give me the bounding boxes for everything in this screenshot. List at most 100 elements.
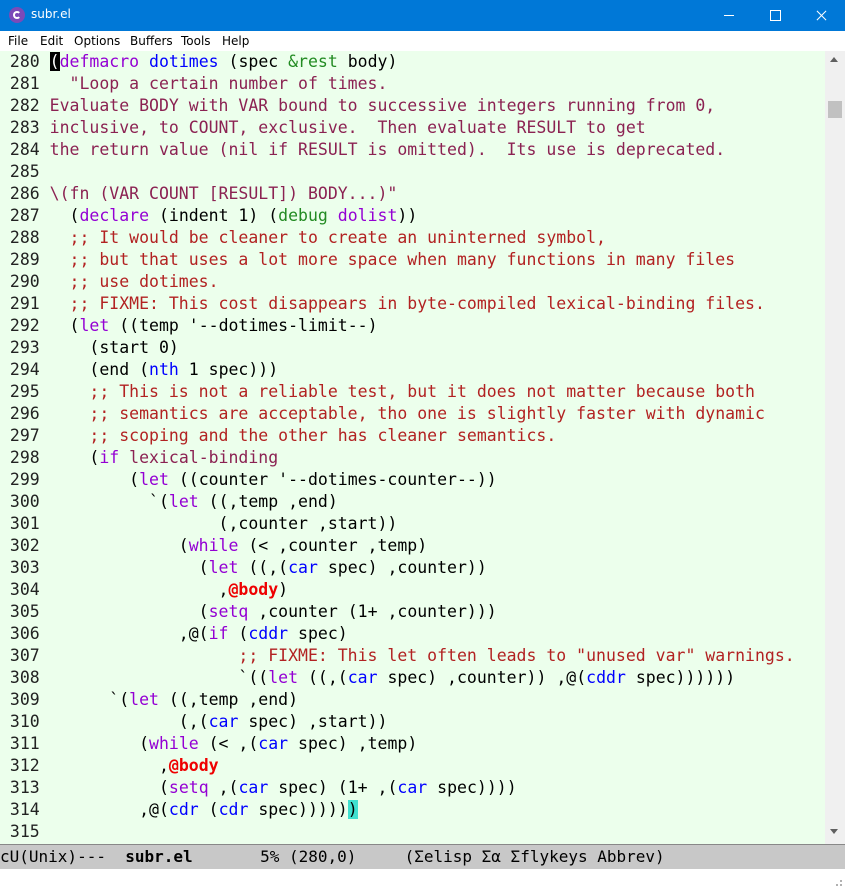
code-line[interactable]: 287 (declare (indent 1) (debug dolist)) (0, 205, 795, 227)
cursor: ( (49, 52, 60, 71)
code-line[interactable]: 311 (while (< ,(car spec) ,temp) (0, 733, 795, 755)
code-line[interactable]: 281 "Loop a certain number of times. (0, 73, 795, 95)
line-number: 298 (0, 448, 50, 467)
code-text[interactable]: 280 (defmacro dotimes (spec &rest body) … (0, 51, 795, 843)
code-line[interactable]: 303 (let ((,(car spec) ,counter)) (0, 557, 795, 579)
scroll-up-icon[interactable] (830, 57, 838, 62)
code-line[interactable]: 298 (if lexical-binding (0, 447, 795, 469)
code-token: ((,temp ,end) (198, 492, 338, 511)
code-token: 1 spec))) (178, 360, 279, 379)
code-token: lexical-binding (129, 448, 279, 467)
line-number: 289 (0, 250, 50, 269)
code-line[interactable]: 308 `((let ((,(car spec) ,counter)) ,@(c… (0, 667, 795, 689)
code-token: if (99, 448, 120, 467)
code-line[interactable]: 297 ;; scoping and the other has cleaner… (0, 425, 795, 447)
code-line[interactable]: 312 ,@body (0, 755, 795, 777)
code-line[interactable]: 291 ;; FIXME: This cost disappears in by… (0, 293, 795, 315)
maximize-button[interactable] (752, 0, 798, 31)
code-line[interactable]: 288 ;; It would be cleaner to create an … (0, 227, 795, 249)
menu-options[interactable]: Options (74, 34, 120, 48)
line-number: 313 (0, 778, 50, 797)
code-token: ,@( (49, 624, 209, 643)
menu-file[interactable]: File (8, 34, 28, 48)
code-token: car (347, 668, 378, 687)
line-number: 304 (0, 580, 50, 599)
line-number: 285 (0, 162, 50, 181)
close-button[interactable] (798, 0, 844, 31)
mode-line-status: cU(Unix)--- (0, 847, 126, 866)
code-editor[interactable]: 280 (defmacro dotimes (spec &rest body) … (0, 51, 825, 844)
mode-line-modes[interactable]: (Σelisp Σα Σflykeys Abbrev) (405, 847, 665, 866)
code-line[interactable]: 296 ;; semantics are acceptable, tho one… (0, 403, 795, 425)
code-line[interactable]: 295 ;; This is not a reliable test, but … (0, 381, 795, 403)
code-token: spec) (288, 624, 348, 643)
menu-tools[interactable]: Tools (181, 34, 211, 48)
code-token: , (49, 580, 229, 599)
code-token: let (168, 492, 199, 511)
code-line[interactable]: 283 inclusive, to COUNT, exclusive. Then… (0, 117, 795, 139)
menu-help[interactable]: Help (222, 34, 249, 48)
line-number: 310 (0, 712, 50, 731)
code-token: car (288, 558, 318, 577)
code-line[interactable]: 280 (defmacro dotimes (spec &rest body) (0, 51, 795, 73)
code-token: ((,( (298, 668, 348, 687)
code-line[interactable]: 284 the return value (nil if RESULT is o… (0, 139, 795, 161)
code-token: ((counter '--dotimes-counter--)) (168, 470, 497, 489)
code-line[interactable]: 290 ;; use dotimes. (0, 271, 795, 293)
code-line[interactable]: 294 (end (nth 1 spec))) (0, 359, 795, 381)
line-number: 295 (0, 382, 50, 401)
line-number: 299 (0, 470, 50, 489)
code-token: nth (149, 360, 179, 379)
code-line[interactable]: 285 (0, 161, 795, 183)
code-token: ;; semantics are acceptable, tho one is … (49, 404, 765, 423)
code-token: )) (397, 206, 418, 225)
code-token: let (208, 558, 239, 577)
code-line[interactable]: 300 `(let ((,temp ,end) (0, 491, 795, 513)
line-number: 286 (0, 184, 50, 203)
code-line[interactable]: 282 Evaluate BODY with VAR bound to succ… (0, 95, 795, 117)
minimize-button[interactable] (706, 0, 752, 31)
code-line[interactable]: 307 ;; FIXME: This let often leads to "u… (0, 645, 795, 667)
minibuffer[interactable] (0, 869, 845, 889)
line-number: 282 (0, 96, 50, 115)
menu-edit[interactable]: Edit (40, 34, 63, 48)
code-token: while (188, 536, 239, 555)
code-line[interactable]: 315 (0, 821, 795, 843)
code-line[interactable]: 302 (while (< ,counter ,temp) (0, 535, 795, 557)
code-line[interactable]: 306 ,@(if (cddr spec) (0, 623, 795, 645)
resize-grip-icon[interactable] (833, 877, 843, 887)
code-token: ;; use dotimes. (49, 272, 219, 291)
vertical-scrollbar[interactable] (825, 51, 845, 844)
line-number: 300 (0, 492, 50, 511)
code-token: let (139, 470, 169, 489)
code-token: ,@( (49, 800, 169, 819)
mode-line: cU(Unix)--- subr.el 5% (280,0) (Σelisp Σ… (0, 844, 845, 869)
code-line[interactable]: 299 (let ((counter '--dotimes-counter--)… (0, 469, 795, 491)
code-line[interactable]: 292 (let ((temp '--dotimes-limit--) (0, 315, 795, 337)
scroll-down-icon[interactable] (830, 829, 838, 834)
code-token: car (238, 778, 269, 797)
mode-line-buffer-name[interactable]: subr.el (125, 847, 192, 866)
menu-buffers[interactable]: Buffers (130, 34, 173, 48)
code-token: ( (49, 558, 209, 577)
code-token: ,( (208, 778, 239, 797)
code-token: let (129, 690, 159, 709)
code-line[interactable]: 286 \(fn (VAR COUNT [RESULT]) BODY...)" (0, 183, 795, 205)
code-line[interactable]: 304 ,@body) (0, 579, 795, 601)
code-token: ( (49, 536, 189, 555)
code-line[interactable]: 310 (,(car spec) ,start)) (0, 711, 795, 733)
line-number: 302 (0, 536, 50, 555)
code-line[interactable]: 309 `(let ((,temp ,end) (0, 689, 795, 711)
code-token: (end ( (49, 360, 150, 379)
code-line[interactable]: 289 ;; but that uses a lot more space wh… (0, 249, 795, 271)
code-token: ( (49, 602, 209, 621)
code-line[interactable]: 293 (start 0) (0, 337, 795, 359)
code-token: body) (337, 52, 398, 71)
code-line[interactable]: 313 (setq ,(car spec) (1+ ,(car spec)))) (0, 777, 795, 799)
scroll-thumb[interactable] (828, 101, 842, 118)
code-token: ( (198, 800, 219, 819)
code-line[interactable]: 305 (setq ,counter (1+ ,counter))) (0, 601, 795, 623)
code-line[interactable]: 301 (,counter ,start)) (0, 513, 795, 535)
code-line[interactable]: 314 ,@(cdr (cdr spec)))))) (0, 799, 795, 821)
code-token: "Loop a certain number of times. (49, 74, 388, 93)
